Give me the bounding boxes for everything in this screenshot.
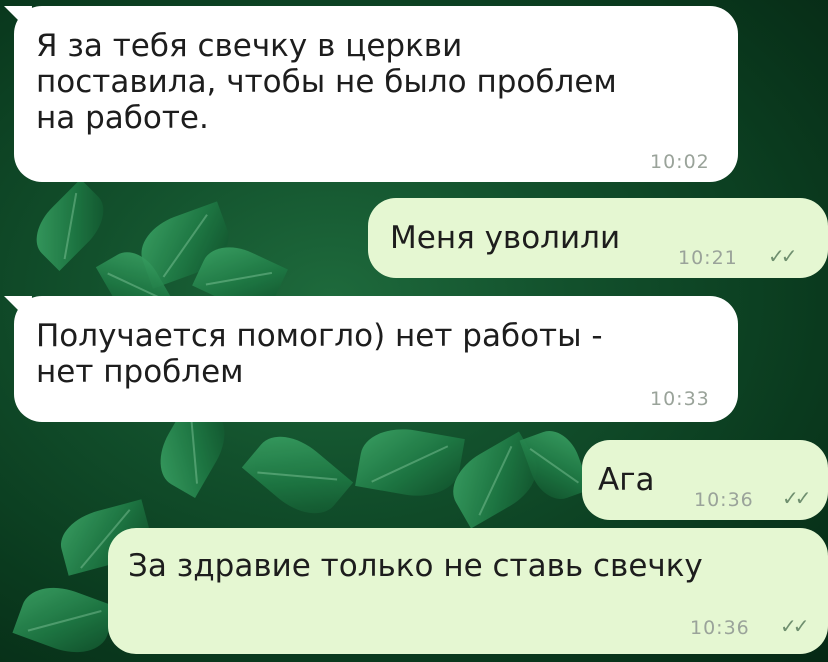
double-check-icon: ✓✓	[782, 486, 811, 510]
double-check-icon: ✓✓	[780, 614, 809, 638]
double-check-icon: ✓✓	[768, 244, 797, 268]
incoming-message-bubble[interactable]: Я за тебя свечку в церкви поставила, что…	[4, 6, 738, 182]
message-text: За здравие только не ставь свечку	[128, 548, 703, 584]
message-time: 10:21	[678, 247, 738, 269]
message-time: 10:02	[650, 151, 710, 173]
message-text: Ага	[598, 462, 655, 498]
outgoing-message-bubble[interactable]: Ага 10:36 ✓✓	[582, 440, 828, 520]
message-time: 10:36	[690, 617, 750, 639]
outgoing-message-bubble[interactable]: Меня уволили 10:21 ✓✓	[368, 198, 828, 278]
message-text: Получается помогло) нет работы - нет про…	[36, 318, 603, 390]
outgoing-message-bubble[interactable]: За здравие только не ставь свечку 10:36 …	[108, 528, 828, 654]
message-text: Я за тебя свечку в церкви поставила, что…	[36, 28, 617, 136]
leaf-decoration	[24, 179, 116, 271]
message-time: 10:36	[694, 489, 754, 511]
leaf-decoration	[241, 421, 354, 529]
leaf-decoration	[12, 576, 118, 662]
message-time: 10:33	[650, 388, 710, 410]
leaf-decoration	[519, 423, 591, 507]
message-text: Меня уволили	[390, 220, 621, 256]
incoming-message-bubble[interactable]: Получается помогло) нет работы - нет про…	[4, 296, 738, 422]
leaf-decoration	[355, 421, 465, 504]
